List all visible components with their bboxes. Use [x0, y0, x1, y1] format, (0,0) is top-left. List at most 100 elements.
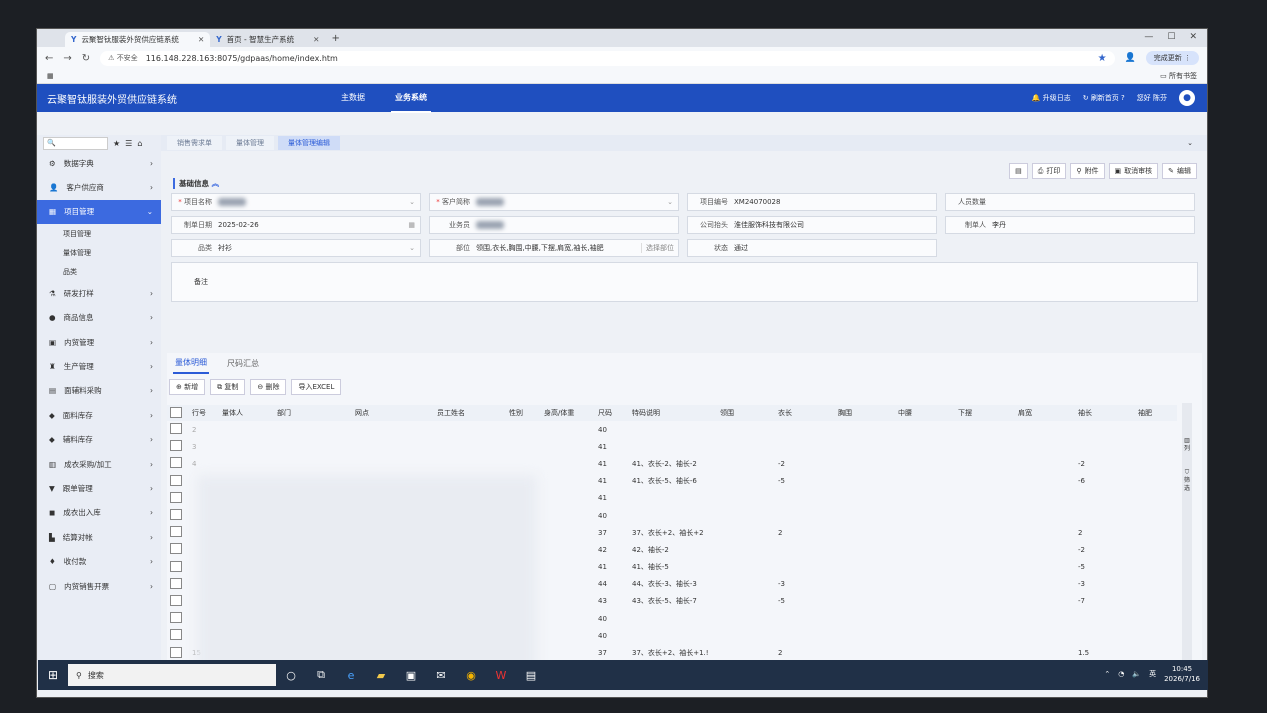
sidebar-item[interactable]: ⚙ 数据字典 ›	[37, 151, 161, 175]
cancel-review-button[interactable]: ▣ 取消审核	[1108, 163, 1159, 179]
table-cell[interactable]	[167, 629, 189, 642]
nav-business-system[interactable]: 业务系统	[391, 84, 431, 113]
bookmark-star-icon[interactable]: ★	[1098, 53, 1107, 64]
form-field[interactable]: 制单人 李丹	[945, 216, 1195, 234]
collapse-up-icon[interactable]: ︽	[212, 179, 220, 188]
chevron-down-icon[interactable]: ⌄	[667, 198, 678, 206]
close-window-icon[interactable]: ✕	[1189, 32, 1197, 42]
network-icon[interactable]: ◔	[1118, 670, 1124, 678]
url-input[interactable]: ⚠ 不安全 116.148.228.163:8075/gdpaas/home/i…	[100, 50, 1115, 66]
ime-indicator[interactable]: 英	[1149, 669, 1156, 679]
close-tab-icon[interactable]: ✕	[198, 35, 204, 44]
column-header[interactable]: 量体人	[219, 408, 274, 418]
sidebar-item[interactable]: ▦ 项目管理 ⌄	[37, 199, 161, 225]
sidebar-item[interactable]: ♦ 收付款 ›	[37, 549, 161, 573]
attachment-button[interactable]: ⚲ 附件	[1070, 163, 1105, 179]
row-checkbox[interactable]	[170, 491, 182, 503]
select-all-checkbox-cell[interactable]	[167, 406, 189, 420]
back-icon[interactable]: ←	[45, 53, 53, 64]
all-bookmarks-button[interactable]: ▭ 所有书签	[1160, 71, 1197, 81]
browser-tab[interactable]: Y 首页 - 智慧生产系统 ✕	[210, 32, 325, 47]
store-icon[interactable]: ▣	[396, 669, 426, 682]
chevron-up-icon[interactable]: ⌃	[1104, 670, 1110, 678]
form-field[interactable]: 状态 通过	[687, 239, 937, 257]
select-parts-button[interactable]: 选择部位	[641, 243, 678, 253]
tab-measurement-edit[interactable]: 量体管理编辑	[278, 136, 340, 150]
app-window-icon[interactable]: ▤	[516, 669, 546, 682]
column-settings-button[interactable]: ▥ 列	[1182, 437, 1192, 453]
volume-icon[interactable]: 🔈	[1132, 670, 1141, 678]
table-row[interactable]: 3 41	[167, 438, 1177, 455]
sidebar-item[interactable]: ▥ 成衣采购/加工 ›	[37, 452, 161, 476]
column-header[interactable]: 肩宽	[1015, 408, 1075, 418]
delete-button[interactable]: ⊖ 删除	[250, 379, 287, 395]
minimize-icon[interactable]: —	[1144, 32, 1153, 42]
row-checkbox[interactable]	[170, 474, 182, 486]
column-header[interactable]: 员工姓名	[434, 408, 506, 418]
row-checkbox[interactable]	[170, 577, 182, 589]
wps-icon[interactable]: W	[486, 669, 516, 682]
vertical-scrollbar[interactable]: ▥ 列 ⛉ 筛选	[1182, 403, 1192, 673]
sidebar-item[interactable]: 👤 客户供应商 ›	[37, 175, 161, 199]
column-header[interactable]: 下摆	[955, 408, 1015, 418]
form-field[interactable]: 制单日期 2025-02-26 ▦	[171, 216, 421, 234]
form-field[interactable]: 人员数量	[945, 193, 1195, 211]
table-row[interactable]: 2 40	[167, 421, 1177, 438]
row-checkbox[interactable]	[170, 526, 182, 538]
add-button[interactable]: ⊕ 新增	[169, 379, 206, 395]
column-header[interactable]: 中腰	[895, 408, 955, 418]
sidebar-item[interactable]: ◆ 辅料库存 ›	[37, 428, 161, 452]
chevron-down-icon[interactable]: ⌄	[1187, 139, 1207, 147]
maximize-icon[interactable]: ☐	[1167, 32, 1175, 42]
filter-button[interactable]: ⛉ 筛选	[1182, 469, 1192, 493]
update-button[interactable]: 完成更新 ⋮	[1145, 51, 1199, 65]
calendar-icon[interactable]: ▦	[408, 221, 420, 229]
favorite-star-icon[interactable]: ★	[113, 139, 120, 148]
avatar[interactable]: ●	[1179, 90, 1195, 106]
preview-button[interactable]: ▤	[1009, 163, 1028, 179]
column-header[interactable]: 尺码	[595, 408, 629, 418]
row-checkbox[interactable]	[170, 594, 182, 606]
insecure-indicator[interactable]: ⚠ 不安全	[108, 53, 138, 63]
edit-button[interactable]: ✎ 编辑	[1162, 163, 1197, 179]
table-cell[interactable]	[167, 509, 189, 522]
table-cell[interactable]	[167, 423, 189, 436]
column-header[interactable]: 胸围	[835, 408, 895, 418]
column-header[interactable]: 衣长	[775, 408, 835, 418]
sidebar-item[interactable]: ▙ 结算对帐 ›	[37, 525, 161, 549]
sidebar-item[interactable]: ▤ 面辅料采购 ›	[37, 379, 161, 403]
table-cell[interactable]	[167, 560, 189, 574]
table-cell[interactable]	[167, 457, 189, 470]
chevron-down-icon[interactable]: ⌄	[409, 198, 420, 206]
new-tab-button[interactable]: +	[325, 33, 345, 44]
column-header[interactable]: 行号	[189, 408, 219, 418]
row-checkbox[interactable]	[170, 629, 182, 641]
table-cell[interactable]	[167, 491, 189, 505]
row-checkbox[interactable]	[170, 646, 182, 658]
row-checkbox[interactable]	[170, 457, 182, 469]
windows-start-icon[interactable]: ⊞	[38, 668, 68, 682]
sidebar-subitem[interactable]: 量体管理	[37, 243, 161, 262]
table-cell[interactable]	[167, 543, 189, 556]
row-checkbox[interactable]	[170, 560, 182, 572]
edge-icon[interactable]: e	[336, 669, 366, 682]
forward-icon[interactable]: →	[63, 53, 71, 64]
sidebar-item[interactable]: ⚗ 研发打样 ›	[37, 281, 161, 305]
reload-icon[interactable]: ↻	[82, 53, 90, 64]
form-field[interactable]: 公司抬头 淮佳服饰科技有限公司	[687, 216, 937, 234]
form-field[interactable]: 项目编号 XM24070028	[687, 193, 937, 211]
row-checkbox[interactable]	[170, 440, 182, 452]
sidebar-item[interactable]: ▣ 内贸管理 ›	[37, 330, 161, 354]
cortana-icon[interactable]: ○	[276, 669, 306, 682]
taskbar-search-input[interactable]: ⚲ 搜索	[68, 664, 276, 686]
column-header[interactable]: 性别	[506, 408, 541, 418]
column-header[interactable]: 袖肥	[1135, 408, 1177, 418]
mail-icon[interactable]: ✉	[426, 669, 456, 682]
tab-measurement-management[interactable]: 量体管理	[226, 136, 274, 150]
table-cell[interactable]	[167, 594, 189, 608]
print-button[interactable]: ⎙ 打印	[1031, 163, 1067, 179]
remark-field[interactable]: 备注	[171, 262, 1198, 302]
browser-tab-active[interactable]: Y 云聚智钛服装外贸供应链系统 ✕	[65, 32, 211, 47]
table-cell[interactable]	[167, 474, 189, 488]
file-explorer-icon[interactable]: ▰	[366, 669, 396, 682]
